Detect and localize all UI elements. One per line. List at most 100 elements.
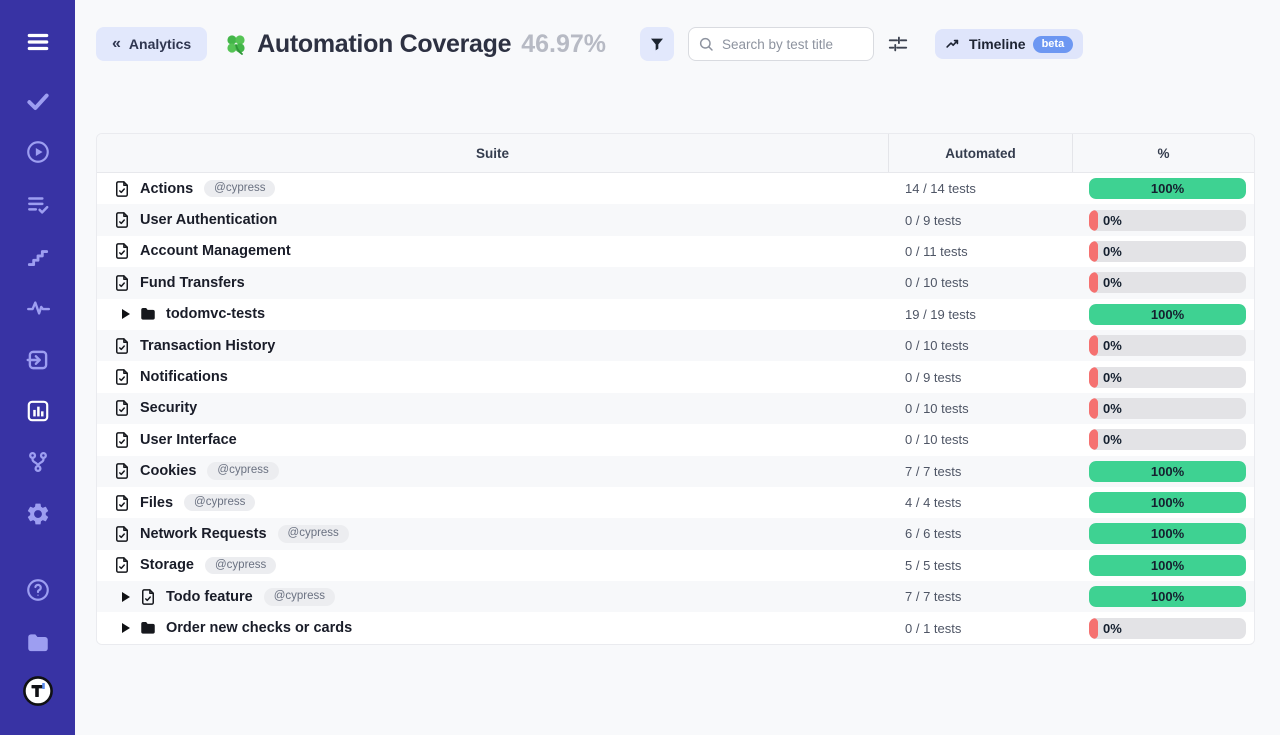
- column-header-percent: %: [1073, 134, 1254, 172]
- suite-name[interactable]: Account Management: [140, 243, 291, 259]
- automated-count: 0 / 10 tests: [888, 401, 1073, 416]
- search-input[interactable]: [688, 27, 874, 61]
- coverage-percent-label: 0%: [1103, 621, 1122, 636]
- suite-name[interactable]: Cookies: [140, 463, 196, 479]
- column-header-automated: Automated: [888, 134, 1073, 172]
- table-row[interactable]: Storage @cypress 5 / 5 tests 100%: [97, 550, 1254, 581]
- file-check-icon: [113, 556, 131, 574]
- percent-cell: 100%: [1073, 178, 1254, 199]
- coverage-percent-label: 100%: [1151, 464, 1184, 479]
- file-check-icon: [113, 211, 131, 229]
- percent-cell: 100%: [1073, 523, 1254, 544]
- import-icon[interactable]: [25, 347, 51, 373]
- coverage-percent-label: 100%: [1151, 558, 1184, 573]
- suite-cell: Storage @cypress: [97, 556, 888, 574]
- table-row[interactable]: Todo feature @cypress 7 / 7 tests 100%: [97, 581, 1254, 612]
- automated-count: 5 / 5 tests: [888, 558, 1073, 573]
- coverage-bar: 0%: [1089, 398, 1246, 419]
- suite-name[interactable]: Order new checks or cards: [166, 620, 352, 636]
- percent-cell: 0%: [1073, 335, 1254, 356]
- table-row[interactable]: Cookies @cypress 7 / 7 tests 100%: [97, 456, 1254, 487]
- analytics-bar-chart-icon[interactable]: [25, 398, 51, 424]
- adjustments-sliders-icon[interactable]: [887, 33, 909, 55]
- timeline-button[interactable]: Timeline beta: [935, 29, 1083, 59]
- coverage-percent-label: 0%: [1103, 432, 1122, 447]
- top-bar: « Analytics Automation Coverage 46.97% T…: [96, 27, 1255, 61]
- coverage-percent-label: 0%: [1103, 338, 1122, 353]
- expand-caret-icon[interactable]: [121, 591, 131, 603]
- suite-name[interactable]: Fund Transfers: [140, 275, 245, 291]
- expand-caret-icon[interactable]: [121, 308, 131, 320]
- table-row[interactable]: Security 0 / 10 tests 0%: [97, 393, 1254, 424]
- automated-count: 7 / 7 tests: [888, 589, 1073, 604]
- tests-check-icon[interactable]: [25, 88, 51, 114]
- automated-count: 19 / 19 tests: [888, 307, 1073, 322]
- suite-cell: Network Requests @cypress: [97, 525, 888, 543]
- suite-name[interactable]: User Authentication: [140, 212, 277, 228]
- testomat-logo[interactable]: [22, 675, 54, 707]
- coverage-bar: 0%: [1089, 367, 1246, 388]
- automated-count: 0 / 10 tests: [888, 338, 1073, 353]
- coverage-percent-label: 100%: [1151, 526, 1184, 541]
- file-check-icon: [113, 462, 131, 480]
- menu-icon[interactable]: [25, 29, 51, 55]
- suite-name[interactable]: Actions: [140, 181, 193, 197]
- suite-name[interactable]: Notifications: [140, 369, 228, 385]
- test-plans-icon[interactable]: [25, 192, 51, 218]
- runs-play-icon[interactable]: [25, 139, 51, 165]
- percent-cell: 100%: [1073, 304, 1254, 325]
- pulse-icon[interactable]: [25, 295, 51, 321]
- automated-count: 0 / 11 tests: [888, 244, 1073, 259]
- percent-cell: 100%: [1073, 492, 1254, 513]
- suite-tag: @cypress: [278, 525, 349, 543]
- suite-name[interactable]: Files: [140, 495, 173, 511]
- coverage-bar: 0%: [1089, 272, 1246, 293]
- automated-count: 14 / 14 tests: [888, 181, 1073, 196]
- table-row[interactable]: User Interface 0 / 10 tests 0%: [97, 424, 1254, 455]
- back-to-analytics-button[interactable]: « Analytics: [96, 27, 207, 61]
- trending-up-icon: [945, 36, 962, 53]
- folder-icon: [139, 619, 157, 637]
- file-check-icon: [139, 588, 157, 606]
- help-icon[interactable]: [25, 577, 51, 603]
- suite-cell: Fund Transfers: [97, 274, 888, 292]
- coverage-bar: 100%: [1089, 555, 1246, 576]
- percent-cell: 100%: [1073, 586, 1254, 607]
- clover-icon: [223, 31, 249, 57]
- table-row[interactable]: Order new checks or cards 0 / 1 tests 0%: [97, 612, 1254, 643]
- suite-name[interactable]: Network Requests: [140, 526, 267, 542]
- table-row[interactable]: Network Requests @cypress 6 / 6 tests 10…: [97, 518, 1254, 549]
- coverage-percent-label: 100%: [1151, 495, 1184, 510]
- table-row[interactable]: Actions @cypress 14 / 14 tests 100%: [97, 173, 1254, 204]
- percent-cell: 0%: [1073, 241, 1254, 262]
- suite-name[interactable]: Todo feature: [166, 589, 253, 605]
- suite-cell: Order new checks or cards: [97, 619, 888, 637]
- suite-tag: @cypress: [184, 494, 255, 512]
- table-row[interactable]: Fund Transfers 0 / 10 tests 0%: [97, 267, 1254, 298]
- expand-caret-icon[interactable]: [121, 622, 131, 634]
- table-row[interactable]: Account Management 0 / 11 tests 0%: [97, 236, 1254, 267]
- settings-gear-icon[interactable]: [25, 501, 51, 527]
- suite-cell: Transaction History: [97, 337, 888, 355]
- suite-name[interactable]: todomvc-tests: [166, 306, 265, 322]
- steps-icon[interactable]: [25, 244, 51, 270]
- suite-name[interactable]: Storage: [140, 557, 194, 573]
- table-row[interactable]: Transaction History 0 / 10 tests 0%: [97, 330, 1254, 361]
- suite-name[interactable]: User Interface: [140, 432, 237, 448]
- chevrons-left-icon: «: [112, 35, 121, 53]
- timeline-label: Timeline: [969, 36, 1026, 52]
- search-box: [688, 27, 874, 61]
- file-check-icon: [113, 274, 131, 292]
- coverage-percent-label: 100%: [1151, 307, 1184, 322]
- suite-name[interactable]: Transaction History: [140, 338, 275, 354]
- suite-name[interactable]: Security: [140, 400, 197, 416]
- projects-folder-icon[interactable]: [25, 630, 51, 656]
- percent-cell: 100%: [1073, 461, 1254, 482]
- coverage-bar: 0%: [1089, 429, 1246, 450]
- filter-button[interactable]: [640, 27, 674, 61]
- table-row[interactable]: Notifications 0 / 9 tests 0%: [97, 361, 1254, 392]
- git-branch-icon[interactable]: [25, 449, 51, 475]
- table-row[interactable]: Files @cypress 4 / 4 tests 100%: [97, 487, 1254, 518]
- table-row[interactable]: User Authentication 0 / 9 tests 0%: [97, 204, 1254, 235]
- table-row[interactable]: todomvc-tests 19 / 19 tests 100%: [97, 299, 1254, 330]
